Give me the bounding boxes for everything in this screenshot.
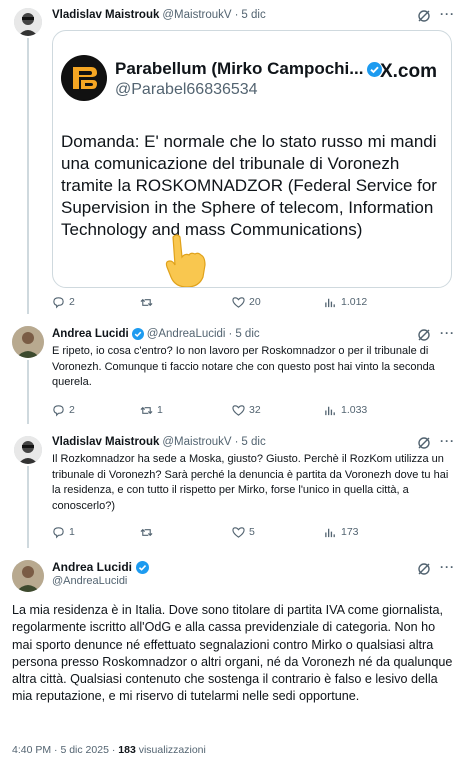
views-number: 183 bbox=[118, 744, 136, 756]
main-tweet-text: La mia residenza è in Italia. Dove sono … bbox=[12, 603, 453, 704]
reply-count: 2 bbox=[69, 296, 75, 308]
grok-icon[interactable] bbox=[417, 9, 431, 23]
x-brand-label: X.com bbox=[379, 61, 437, 82]
reply-button[interactable]: 1 bbox=[52, 524, 75, 540]
avatar[interactable] bbox=[14, 436, 42, 464]
separator-dot: · bbox=[234, 436, 239, 448]
reply-count: 2 bbox=[69, 404, 75, 416]
card-author-handle: @Parabel66836534 bbox=[115, 81, 258, 98]
author-name[interactable]: Vladislav Maistrouk bbox=[52, 436, 159, 448]
like-button[interactable]: 5 bbox=[232, 524, 255, 540]
like-icon bbox=[232, 296, 245, 308]
views-icon bbox=[325, 298, 335, 307]
pointing-hand-emoji bbox=[165, 234, 206, 287]
card-author-name: Parabellum (Mirko Campochi... bbox=[115, 59, 383, 79]
tweet-actions: 1 5 173 bbox=[52, 524, 452, 540]
tweet-2[interactable]: Andrea Lucidi @AndreaLucidi · 5 dic ··· … bbox=[0, 316, 468, 424]
more-icon[interactable]: ··· bbox=[440, 434, 455, 448]
reply-count: 1 bbox=[69, 526, 75, 538]
thread-line bbox=[27, 466, 29, 548]
retweet-icon bbox=[140, 406, 153, 414]
post-date[interactable]: 5 dic 2025 bbox=[60, 744, 108, 756]
reply-icon bbox=[53, 404, 64, 416]
retweet-button[interactable] bbox=[140, 294, 157, 310]
tweet-meta: 4:40 PM · 5 dic 2025 · 183 visualizzazio… bbox=[12, 744, 206, 756]
author-handle[interactable]: @MaistroukV bbox=[162, 436, 231, 448]
tweet-3[interactable]: Vladislav Maistrouk @MaistroukV · 5 dic … bbox=[0, 424, 468, 550]
tweet-text: E ripeto, io cosa c'entro? Io non lavoro… bbox=[52, 345, 435, 388]
author-handle[interactable]: @AndreaLucidi bbox=[52, 575, 127, 587]
author-handle[interactable]: @MaistroukV bbox=[162, 9, 231, 21]
like-icon bbox=[232, 404, 245, 416]
verified-icon bbox=[136, 560, 150, 574]
views-icon bbox=[325, 528, 335, 537]
views-count: 1.012 bbox=[341, 296, 368, 308]
tweet-header: Andrea Lucidi @AndreaLucidi · 5 dic bbox=[52, 328, 260, 340]
more-icon[interactable]: ··· bbox=[440, 7, 455, 21]
like-icon bbox=[232, 526, 245, 538]
tweet-actions: 2 20 1.012 bbox=[52, 294, 452, 310]
separator-dot: · bbox=[228, 328, 233, 340]
like-count: 20 bbox=[249, 296, 261, 308]
card-author-name-text: Parabellum (Mirko Campochi... bbox=[115, 59, 364, 78]
separator-dot: · bbox=[111, 744, 116, 756]
views-label: visualizzazioni bbox=[138, 744, 206, 756]
separator-dot: · bbox=[234, 9, 239, 21]
reply-button[interactable]: 2 bbox=[52, 402, 75, 418]
verified-icon bbox=[131, 328, 144, 340]
card-text: Domanda: E' normale che lo stato russo m… bbox=[61, 132, 437, 239]
avatar[interactable] bbox=[12, 560, 44, 592]
reply-icon bbox=[53, 296, 64, 308]
author-name[interactable]: Andrea Lucidi bbox=[52, 328, 129, 340]
grok-icon[interactable] bbox=[417, 328, 431, 342]
reply-icon bbox=[53, 526, 64, 538]
views-icon bbox=[325, 406, 335, 415]
views-count: 1.033 bbox=[341, 404, 368, 416]
author-name[interactable]: Vladislav Maistrouk bbox=[52, 9, 159, 21]
quoted-image-card[interactable]: Parabellum (Mirko Campochi... @Parabel66… bbox=[52, 30, 452, 288]
timestamp[interactable]: 5 dic bbox=[241, 436, 265, 448]
grok-icon[interactable] bbox=[417, 562, 431, 576]
thread-line bbox=[27, 360, 29, 424]
author-name[interactable]: Andrea Lucidi bbox=[52, 560, 150, 574]
author-name-text: Andrea Lucidi bbox=[52, 560, 133, 574]
more-icon[interactable]: ··· bbox=[440, 560, 455, 574]
tweet-actions: 2 1 32 1.033 bbox=[52, 402, 452, 418]
avatar[interactable] bbox=[12, 326, 44, 358]
retweet-count: 1 bbox=[157, 404, 163, 416]
views-button[interactable]: 173 bbox=[324, 524, 359, 540]
views-button[interactable]: 1.012 bbox=[324, 294, 367, 310]
retweet-icon bbox=[140, 528, 153, 536]
views-count: 173 bbox=[341, 526, 359, 538]
tweet-text: Il Rozkomnadzor ha sede a Moska, giusto?… bbox=[52, 453, 449, 512]
avatar[interactable] bbox=[14, 8, 42, 36]
author-handle[interactable]: @AndreaLucidi bbox=[147, 328, 226, 340]
like-button[interactable]: 20 bbox=[232, 294, 261, 310]
retweet-icon bbox=[140, 298, 153, 306]
thread-line bbox=[27, 38, 29, 314]
tweet-header: Vladislav Maistrouk @MaistroukV · 5 dic bbox=[52, 9, 266, 21]
grok-icon[interactable] bbox=[417, 436, 431, 450]
more-icon[interactable]: ··· bbox=[440, 326, 455, 340]
separator-dot: · bbox=[54, 744, 58, 756]
parabellum-logo bbox=[61, 55, 107, 101]
tweet-1[interactable]: Vladislav Maistrouk @MaistroukV · 5 dic … bbox=[0, 0, 468, 316]
retweet-button[interactable] bbox=[140, 524, 157, 540]
like-button[interactable]: 32 bbox=[232, 402, 261, 418]
reply-button[interactable]: 2 bbox=[52, 294, 75, 310]
timestamp[interactable]: 5 dic bbox=[235, 328, 259, 340]
tweet-header: Vladislav Maistrouk @MaistroukV · 5 dic bbox=[52, 436, 266, 448]
timestamp[interactable]: 5 dic bbox=[241, 9, 265, 21]
post-time[interactable]: 4:40 PM bbox=[12, 744, 51, 756]
like-count: 5 bbox=[249, 526, 255, 538]
like-count: 32 bbox=[249, 404, 261, 416]
retweet-button[interactable]: 1 bbox=[140, 402, 163, 418]
views-button[interactable]: 1.033 bbox=[324, 402, 367, 418]
